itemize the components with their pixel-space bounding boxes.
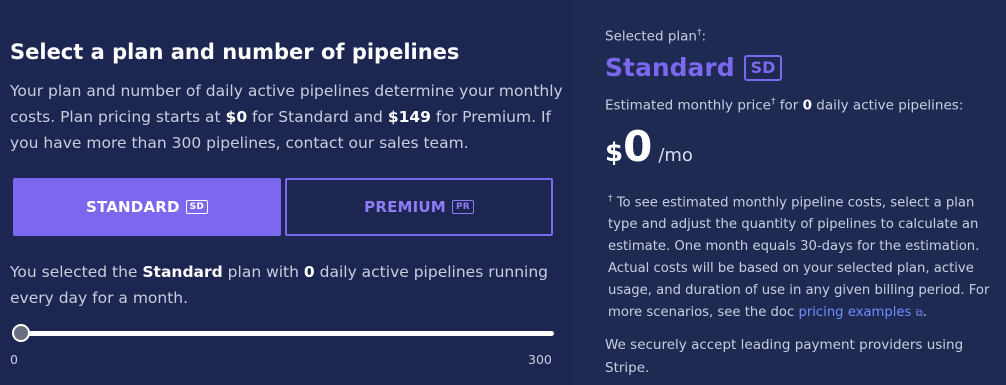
selected-plan-label: Selected plan†: (605, 28, 707, 45)
price-currency: $ (605, 138, 624, 168)
premium-plan-button[interactable]: PREMIUM PR (285, 178, 553, 236)
monthly-price: $ 0 /mo (605, 122, 693, 171)
premium-start-price: $149 (387, 108, 431, 126)
slider-max-label: 300 (528, 352, 552, 367)
standard-start-price: $0 (225, 108, 248, 126)
pricing-examples-link[interactable]: pricing examples ⧉ (798, 305, 922, 320)
premium-badge: PR (451, 200, 474, 214)
standard-plan-label: STANDARD (85, 198, 180, 216)
plan-name-row: Standard SD (605, 53, 783, 82)
pipeline-slider[interactable] (12, 322, 554, 346)
plan-badge: SD (743, 54, 783, 81)
selected-plan-name: Standard (142, 263, 223, 281)
page-title: Select a plan and number of pipelines (10, 40, 460, 64)
estimate-footnote: † To see estimated monthly pipeline cost… (608, 194, 990, 321)
selected-pipeline-count: 0 (303, 263, 315, 281)
external-link-icon: ⧉ (915, 308, 923, 320)
price-amount: 0 (623, 122, 653, 171)
standard-plan-button[interactable]: STANDARD SD (13, 178, 281, 236)
price-period: /mo (658, 145, 693, 166)
estimate-label: Estimated monthly price† for 0 daily act… (605, 97, 964, 114)
slider-track[interactable] (20, 331, 554, 336)
slider-thumb[interactable] (12, 324, 30, 342)
payment-providers-text: We securely accept leading payment provi… (605, 337, 964, 376)
plan-name: Standard (605, 53, 735, 82)
standard-badge: SD (185, 200, 209, 214)
selection-summary: You selected the Standard plan with 0 da… (10, 263, 549, 307)
intro-text: Your plan and number of daily active pip… (10, 82, 563, 152)
premium-plan-label: PREMIUM (364, 198, 446, 216)
slider-min-label: 0 (10, 352, 18, 367)
plan-selector-panel: Select a plan and number of pipelines Yo… (0, 0, 572, 385)
